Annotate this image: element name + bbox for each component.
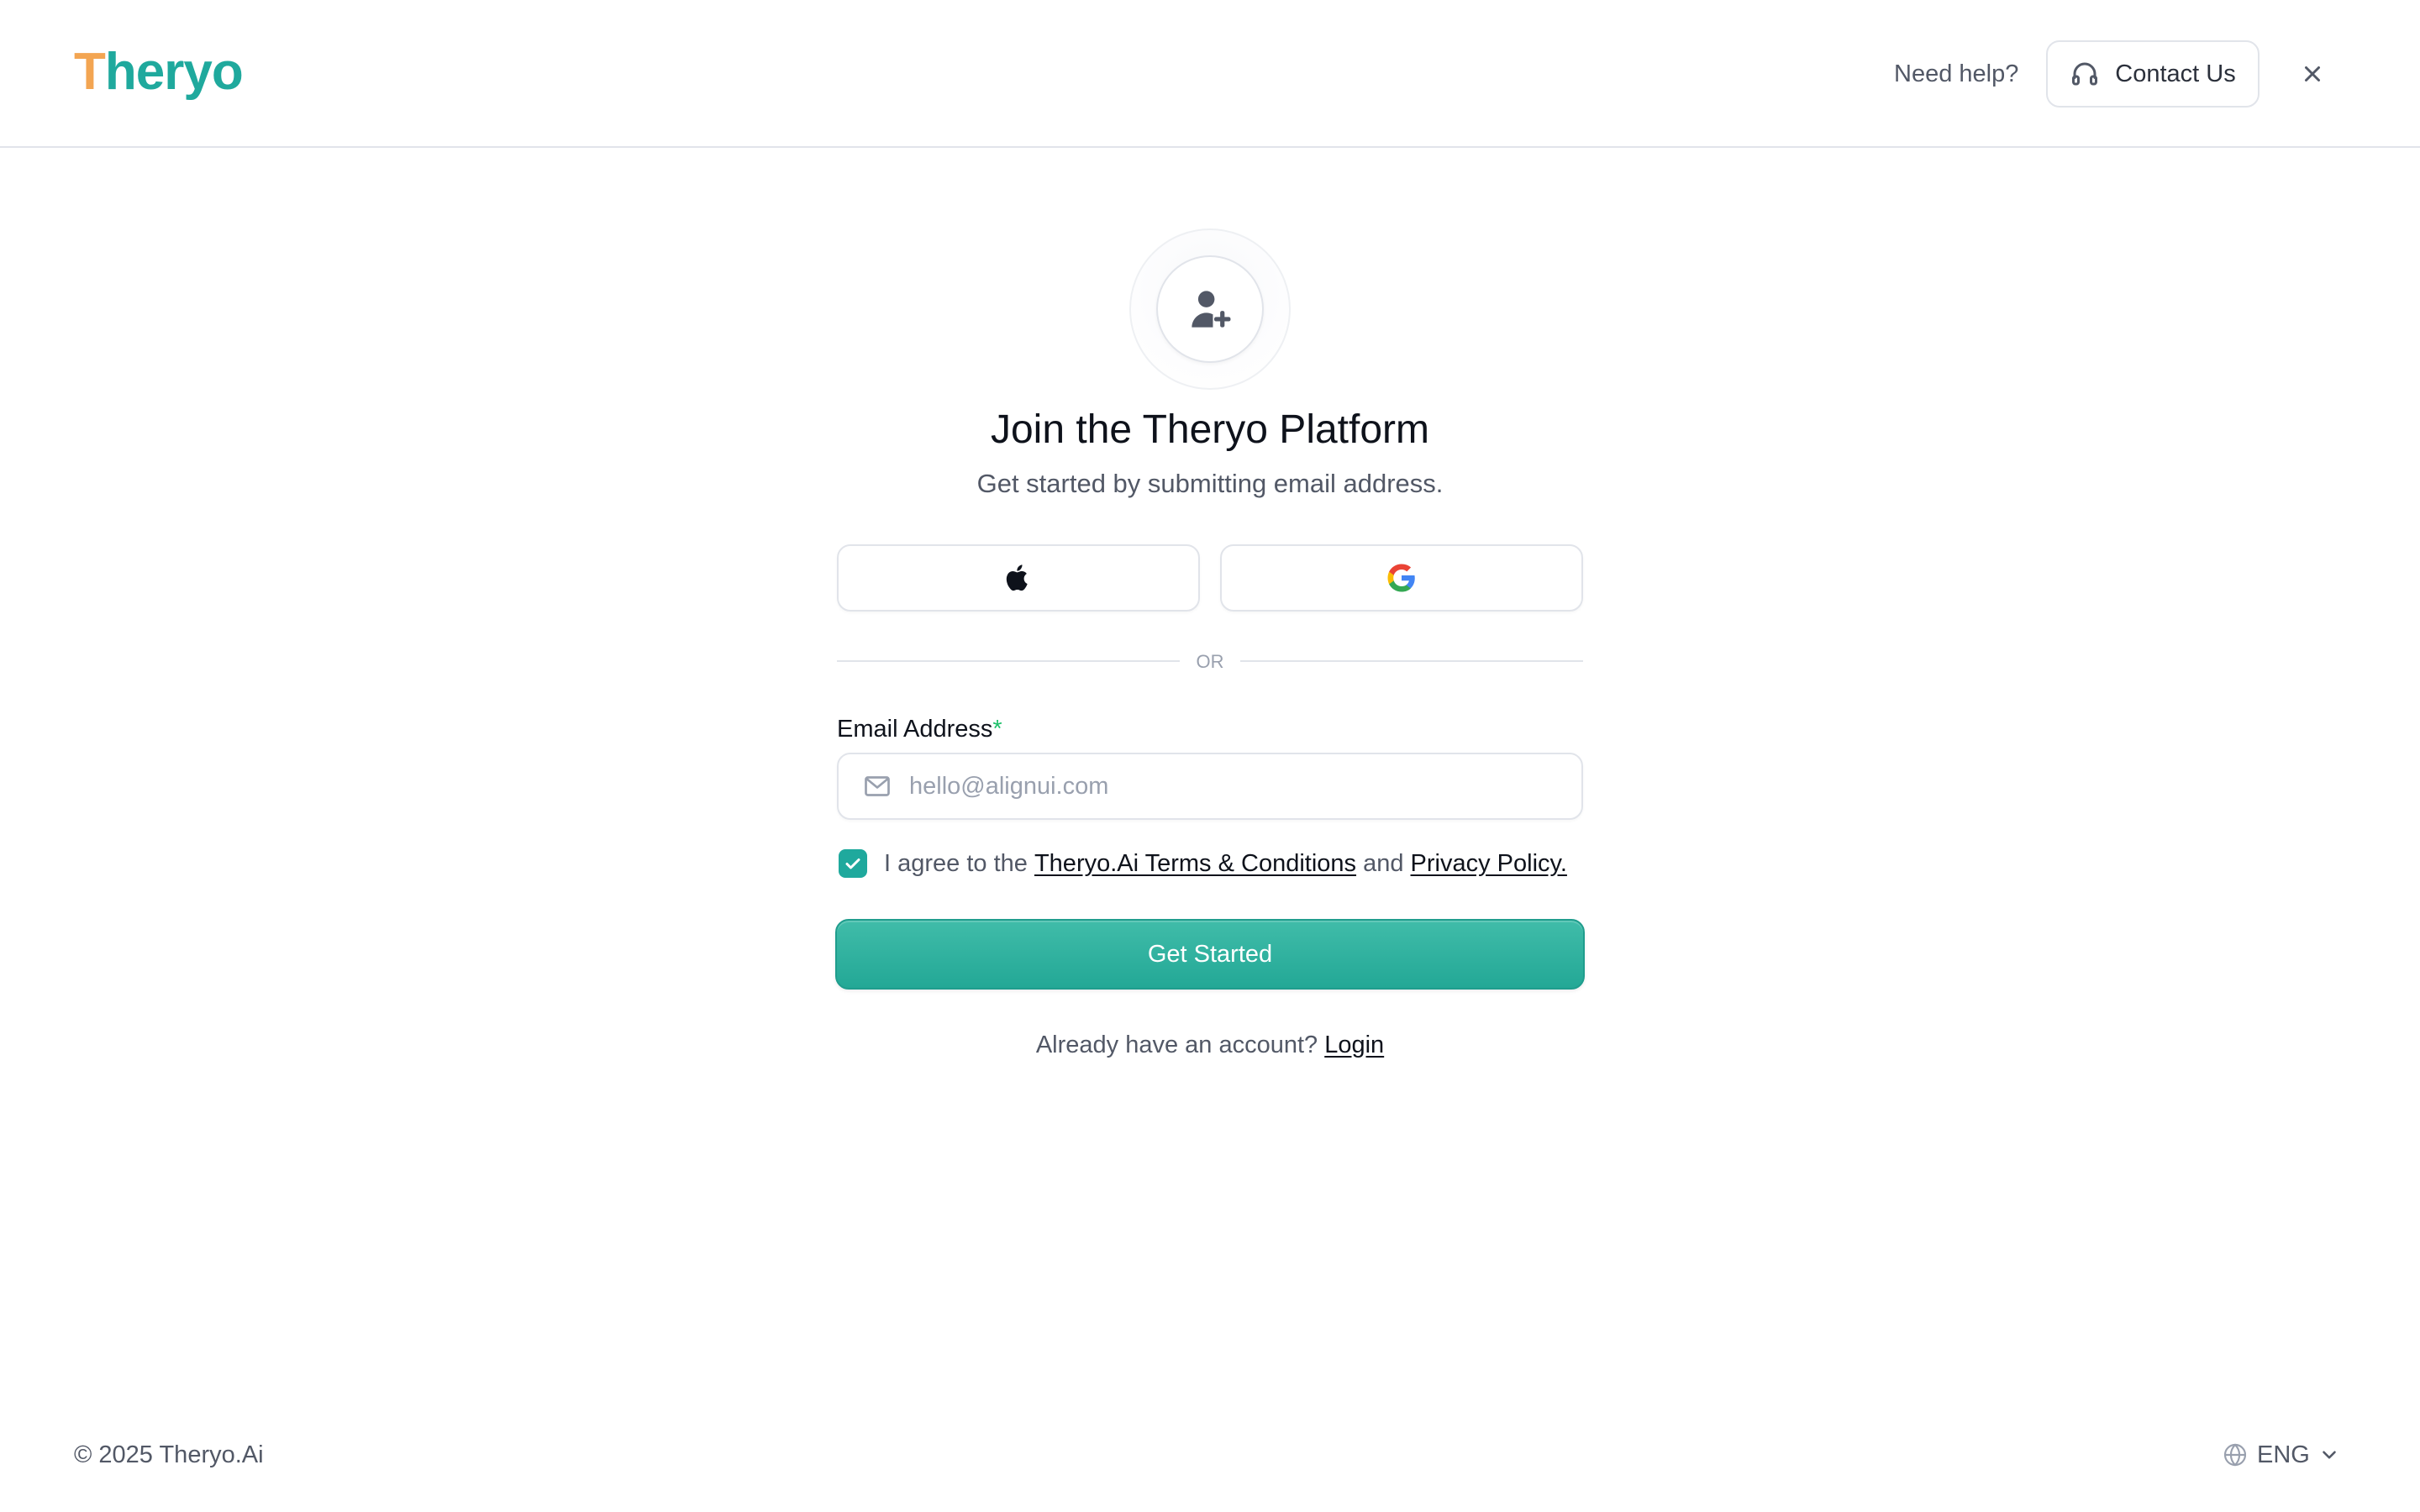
required-mark: * <box>992 716 1002 743</box>
page-subtitle: Get started by submitting email address. <box>976 469 1444 498</box>
signup-page: Theryo Need help? Contact Us Join the Th… <box>0 0 2420 1512</box>
check-icon <box>845 858 860 869</box>
google-signin-button[interactable] <box>1220 544 1583 612</box>
agree-prefix: I agree to the <box>884 850 1034 877</box>
logo-text: heryo <box>104 43 244 101</box>
email-input[interactable] <box>909 772 1565 801</box>
email-label-text: Email Address <box>837 716 993 743</box>
get-started-button[interactable]: Get Started <box>835 919 1585 990</box>
page-title: Join the Theryo Platform <box>990 407 1430 452</box>
login-prompt-text: Already have an account? <box>1035 1032 1325 1058</box>
divider-line-left <box>837 660 1180 662</box>
top-bar: Theryo Need help? Contact Us <box>0 0 2420 148</box>
contact-us-label: Contact Us <box>2115 60 2236 87</box>
headphones-icon <box>2072 62 2098 86</box>
theryo-logo[interactable]: Theryo <box>74 42 244 102</box>
apple-icon <box>1006 564 1028 591</box>
chevron-down-icon <box>2323 1451 2336 1459</box>
avatar-badge-inner <box>1156 255 1264 363</box>
language-selector[interactable]: ENG <box>2222 1438 2340 1472</box>
divider-line-right <box>1240 660 1583 662</box>
apple-signin-button[interactable] <box>837 544 1200 612</box>
language-label: ENG <box>2257 1441 2310 1468</box>
or-divider-text: OR <box>1196 651 1224 672</box>
terms-agreement-text: I agree to the Theryo.Ai Terms & Conditi… <box>884 848 1567 879</box>
email-label: Email Address* <box>837 714 1002 744</box>
terms-checkbox[interactable] <box>839 849 867 878</box>
globe-icon <box>2223 1443 2247 1467</box>
user-add-icon <box>1192 291 1231 328</box>
logo-letter-t: T <box>74 43 106 101</box>
mail-icon <box>865 776 890 796</box>
login-link[interactable]: Login <box>1324 1032 1384 1058</box>
login-prompt: Already have an account? Login <box>0 1030 2420 1060</box>
copyright-text: © 2025 Theryo.Ai <box>74 1441 264 1468</box>
agree-middle: and <box>1356 850 1411 877</box>
need-help-text: Need help? <box>1894 60 2019 87</box>
close-button[interactable] <box>2292 54 2333 94</box>
avatar-badge <box>1129 228 1291 390</box>
terms-conditions-link[interactable]: Theryo.Ai Terms & Conditions <box>1034 850 1356 877</box>
terms-agreement-row: I agree to the Theryo.Ai Terms & Conditi… <box>839 847 1567 880</box>
google-icon <box>1387 564 1415 592</box>
email-field[interactable] <box>837 753 1583 820</box>
privacy-policy-link[interactable]: Privacy Policy. <box>1411 850 1567 877</box>
close-icon <box>2305 66 2320 81</box>
contact-us-button[interactable]: Contact Us <box>2046 40 2260 108</box>
